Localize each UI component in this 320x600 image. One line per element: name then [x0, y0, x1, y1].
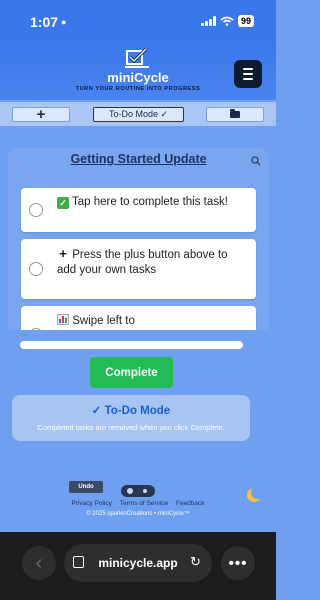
- app-tagline: TURN YOUR ROUTINE INTO PROGRESS: [75, 86, 201, 92]
- task-text[interactable]: + Press the plus button above to add you…: [57, 246, 247, 278]
- status-icons: 99: [200, 15, 254, 27]
- task-text[interactable]: Swipe left to: [57, 314, 247, 329]
- battery-icon: 99: [237, 15, 254, 27]
- app-header: miniCycle TURN YOUR ROUTINE INTO PROGRES…: [0, 44, 276, 100]
- clock-text: 1:07: [30, 14, 59, 30]
- feedback-link[interactable]: Feedback: [176, 500, 205, 507]
- toggle-dot: [143, 489, 147, 493]
- more-button[interactable]: •••: [221, 546, 255, 580]
- list-title[interactable]: Getting Started Update: [8, 152, 269, 166]
- footer-links: Privacy Policy Terms of Service Feedback: [0, 500, 276, 507]
- check-box-emoji-icon: ✓: [57, 197, 69, 209]
- more-icon: •••: [228, 554, 248, 572]
- back-button[interactable]: ‹: [22, 546, 56, 580]
- task-checkbox[interactable]: [29, 328, 43, 330]
- chart-emoji-icon: [57, 314, 69, 325]
- task-item[interactable]: ✓ Tap here to complete this task!: [21, 188, 256, 232]
- undo-button[interactable]: Undo: [69, 481, 103, 493]
- plus-emoji-icon: +: [59, 246, 67, 261]
- hamburger-icon: [243, 68, 253, 70]
- status-time: 1:07 ●: [30, 14, 66, 30]
- task-checkbox[interactable]: [29, 203, 43, 217]
- folder-button[interactable]: [206, 107, 264, 122]
- reload-icon[interactable]: ↻: [190, 554, 201, 570]
- mode-info-title: ✓ To-Do Mode: [91, 405, 171, 417]
- theme-toggle[interactable]: [121, 485, 155, 497]
- logo-icon: [125, 48, 149, 68]
- task-text[interactable]: ✓ Tap here to complete this task!: [57, 195, 247, 210]
- folder-icon: [230, 109, 240, 118]
- wifi-icon: [220, 16, 234, 26]
- complete-button[interactable]: Complete: [90, 357, 173, 388]
- privacy-policy-link[interactable]: Privacy Policy: [71, 500, 111, 507]
- task-item[interactable]: Swipe left to: [21, 306, 256, 330]
- toolbar: + To-Do Mode ✓: [0, 102, 276, 126]
- chevron-left-icon: ‹: [35, 551, 43, 574]
- task-list-card: Getting Started Update ✓ Tap here to com…: [8, 148, 269, 330]
- mode-selector-button[interactable]: To-Do Mode ✓: [93, 107, 184, 122]
- browser-bar: ‹ minicycle.app ↻ •••: [0, 532, 276, 600]
- add-task-button[interactable]: +: [12, 107, 70, 122]
- progress-bar: [20, 341, 243, 349]
- status-bar: 1:07 ● 99: [0, 0, 276, 44]
- mode-info-description: Completed tasks are removed when you cli…: [37, 423, 225, 432]
- task-checkbox[interactable]: [29, 262, 43, 276]
- search-icon[interactable]: [251, 156, 261, 166]
- terms-of-service-link[interactable]: Terms of Service: [120, 500, 168, 507]
- person-icon: ●: [61, 17, 67, 27]
- signal-icon: [200, 16, 216, 26]
- task-item[interactable]: + Press the plus button above to add you…: [21, 239, 256, 299]
- copyright-text: © 2025 sparkinCreations • miniCycle™: [86, 511, 190, 517]
- mode-info-panel: ✓ To-Do Mode Completed tasks are removed…: [12, 395, 250, 441]
- toggle-dot: [127, 488, 133, 494]
- menu-button[interactable]: [234, 60, 262, 88]
- url-bar[interactable]: minicycle.app ↻: [64, 544, 212, 582]
